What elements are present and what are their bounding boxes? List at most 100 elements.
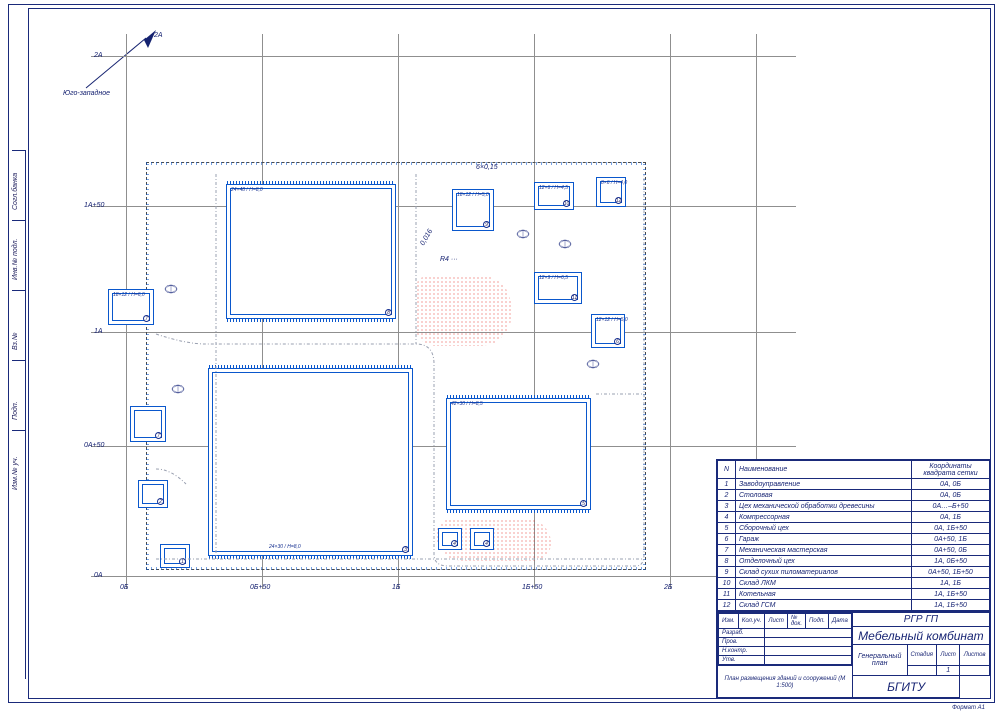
exp-n: 6 (718, 534, 736, 545)
exp-row: 2Столовая0А, 0Б (718, 490, 990, 501)
building-number: 11 (571, 294, 578, 301)
exp-name: Компрессорная (736, 512, 912, 523)
building-11: 12×9 / H=6,511 (534, 272, 582, 304)
exp-n: 12 (718, 600, 736, 611)
drawing-canvas: 2А Юго-западное 0Б 0Б+50 1Б 1Б+50 2Б 2Б+… (36, 14, 806, 614)
exp-n: 1 (718, 479, 736, 490)
vegetation-area (416, 276, 511, 346)
exp-row: 6Гараж0А+50, 1Б (718, 534, 990, 545)
building-12: 8×6 / H=4,012 (596, 177, 626, 207)
building-8: 24×48 / H=8,0 8 (226, 184, 396, 319)
tree-icon (171, 384, 185, 394)
explication-table: N Наименование Координаты квадрата сетки… (717, 460, 990, 611)
axis-label-x: 0Б+50 (250, 584, 270, 591)
exp-name: Цех механической обработки древесины (736, 501, 912, 512)
exp-coord: 0А+50, 1Б (912, 534, 990, 545)
stamp-col: Стадия (907, 645, 936, 666)
building-dim: 24×30 / H=8,0 (269, 545, 301, 550)
exp-row: 10Склад ЛКМ1А, 1Б (718, 578, 990, 589)
stamp-code: РГР ГП (852, 613, 989, 627)
exp-n: 3 (718, 501, 736, 512)
building-4b: 4 (470, 528, 494, 550)
axis-label-x: 1Б (392, 584, 400, 591)
building-dim: 42×30 / H=8,5 (451, 402, 483, 407)
building-dim: 12×6 / H=4,5 (539, 186, 568, 191)
exp-coord: 1А, 0Б+50 (912, 556, 990, 567)
building-number: 9 (483, 221, 490, 228)
building-number: 3 (402, 546, 409, 553)
building-number: 7 (143, 315, 150, 322)
exp-name: Заводоуправление (736, 479, 912, 490)
format-note: Формат A1 (952, 705, 985, 711)
exp-name: Котельная (736, 589, 912, 600)
th-coord: Координаты квадрата сетки (912, 461, 990, 479)
exp-coord: 0А+50, 0Б (912, 545, 990, 556)
grid-line (91, 56, 796, 57)
exp-row: 1Заводоуправление0А, 0Б (718, 479, 990, 490)
direction-mark: 2А (154, 32, 163, 39)
axis-label-y: 2А (94, 52, 103, 59)
building-number: 2 (157, 498, 164, 505)
note-radius: R4 ··· (440, 256, 458, 263)
exp-n: 5 (718, 523, 736, 534)
exp-row: 4Компрессорная0А, 1Б (718, 512, 990, 523)
exp-coord: 0А…–Б+50 (912, 501, 990, 512)
building-number: 4 (451, 540, 458, 547)
exp-coord: 0А, 0Б (912, 479, 990, 490)
exp-n: 10 (718, 578, 736, 589)
exp-n: 8 (718, 556, 736, 567)
exp-row: 5Сборочный цех0А, 1Б+50 (718, 523, 990, 534)
axis-label-x: 2Б (664, 584, 672, 591)
tree-icon (164, 284, 178, 294)
title-block: N Наименование Координаты квадрата сетки… (716, 459, 991, 699)
exp-row: 3Цех механической обработки древесины0А…… (718, 501, 990, 512)
margin-seg: Инв.№ подл. (12, 239, 19, 281)
exp-n: 7 (718, 545, 736, 556)
note-dimension: 6×0,15 (476, 164, 498, 171)
exp-coord: 0А, 1Б (912, 512, 990, 523)
exp-name: Склад ГСМ (736, 600, 912, 611)
axis-label-x: 1Б+50 (522, 584, 542, 591)
margin-seg: Изм.№ уч. (12, 456, 19, 490)
exp-coord: 0А, 0Б (912, 490, 990, 501)
building-6: 12×12 / H=5,06 (591, 314, 625, 348)
exp-coord: 1А, 1Б+50 (912, 600, 990, 611)
building-number: 7 (155, 432, 162, 439)
building-4: 4 (438, 528, 462, 550)
building-7: 18×12 / H=6,07 (108, 289, 154, 325)
building-1: 1 (160, 544, 190, 568)
building-number: 10 (563, 200, 570, 207)
tree-icon (516, 229, 530, 239)
exp-n: 2 (718, 490, 736, 501)
margin-seg: Вз.№ (12, 333, 19, 350)
building-number: 8 (385, 309, 392, 316)
building-number: 1 (179, 558, 186, 565)
building-dim: 24×48 / H=8,0 (231, 188, 263, 193)
exp-coord: 1А, 1Б (912, 578, 990, 589)
exp-row: 8Отделочный цех1А, 0Б+50 (718, 556, 990, 567)
axis-label-y: 1А+50 (84, 202, 104, 209)
binding-margin: Согл.банка Инв.№ подл. Вз.№ Подп. Изм.№ … (12, 150, 26, 679)
building-10: 12×6 / H=4,5 10 (534, 182, 574, 210)
building-9: 18×12 / H=5,09 (452, 189, 494, 231)
exp-row: 7Механическая мастерская0А+50, 0Б (718, 545, 990, 556)
stamp-title: Мебельный комбинат (852, 627, 989, 645)
direction-label: Юго-западное (63, 90, 110, 97)
building-dim: 12×12 / H=5,0 (596, 318, 628, 323)
exp-n: 11 (718, 589, 736, 600)
building-2: 2 (138, 480, 168, 508)
exp-name: Гараж (736, 534, 912, 545)
exp-coord: 0А+50, 1Б+50 (912, 567, 990, 578)
tree-icon (558, 239, 572, 249)
exp-n: 9 (718, 567, 736, 578)
exp-name: Склад сухих пиломатериалов (736, 567, 912, 578)
building-5: 42×30 / H=8,5 5 (446, 398, 591, 510)
stamp-col: Листов (960, 645, 990, 666)
grid-line (91, 576, 796, 577)
exp-row: 9Склад сухих пиломатериалов0А+50, 1Б+50 (718, 567, 990, 578)
th-n: N (718, 461, 736, 479)
exp-row: 12Склад ГСМ1А, 1Б+50 (718, 600, 990, 611)
stamp-section: Генеральный план (852, 645, 907, 676)
building-3: 24×30 / H=8,0 3 (208, 368, 413, 556)
building-7b: 7 (130, 406, 166, 442)
